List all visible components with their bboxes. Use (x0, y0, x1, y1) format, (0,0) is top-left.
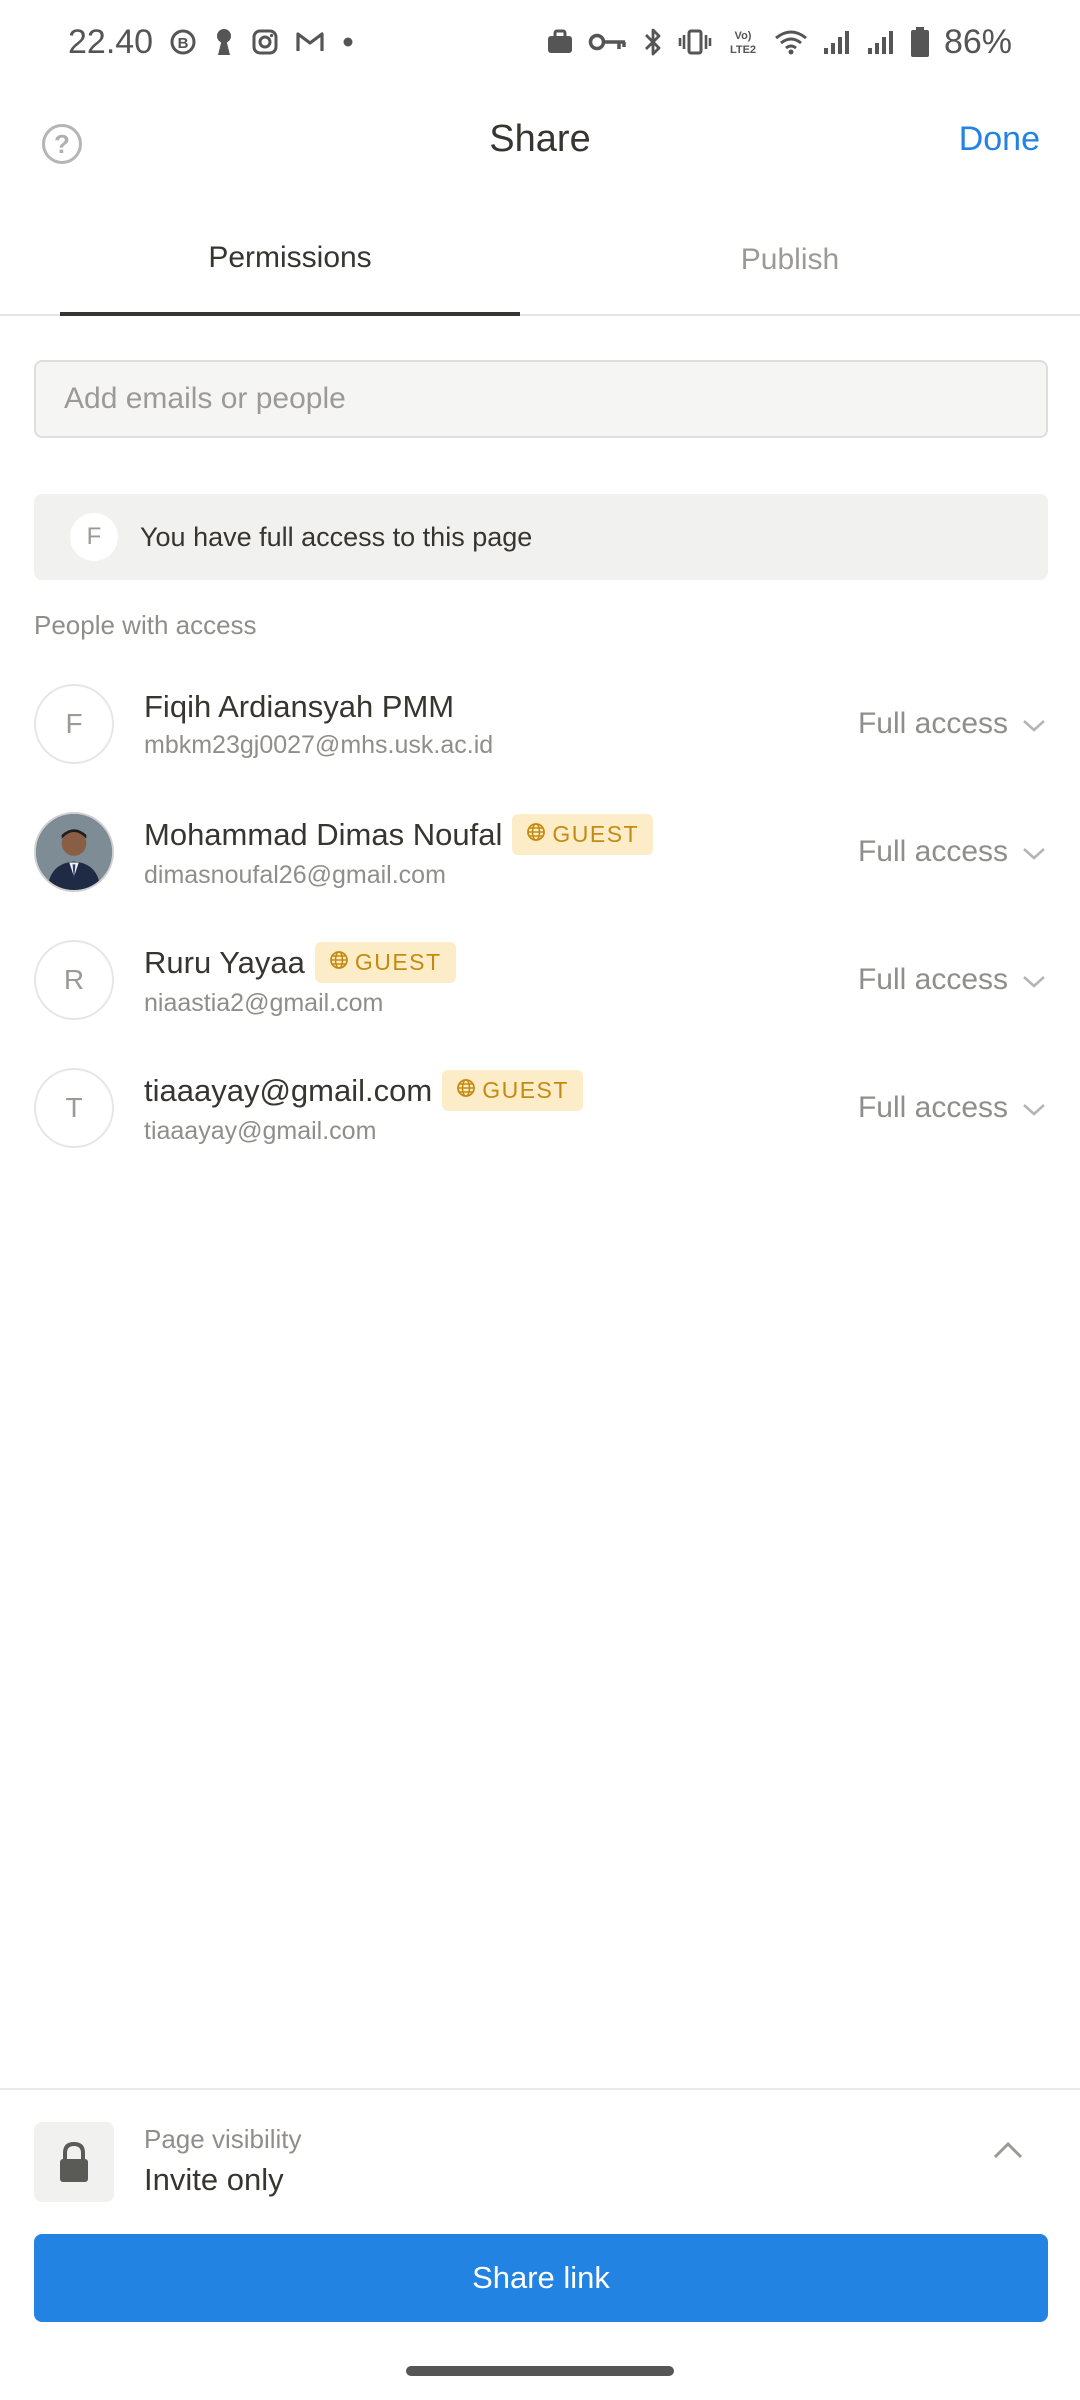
role-dropdown[interactable]: Full access (858, 1044, 1046, 1172)
visibility-label: Page visibility (144, 2124, 302, 2154)
person-email: niaastia2@gmail.com (144, 989, 384, 1017)
wifi-icon (774, 28, 808, 56)
battery-icon (910, 26, 930, 58)
svg-text:Vo): Vo) (734, 30, 751, 42)
role-dropdown[interactable]: Full access (858, 916, 1046, 1044)
signal-2-icon (866, 28, 896, 56)
person-row[interactable]: Mohammad Dimas Noufal GUEST dimasnoufal2… (0, 788, 1080, 916)
chevron-up-icon[interactable] (992, 2140, 1024, 2165)
chevron-down-icon (1022, 1091, 1046, 1125)
svg-text:B: B (178, 35, 189, 52)
access-banner: F You have full access to this page (34, 494, 1048, 580)
chevron-down-icon (1022, 963, 1046, 997)
home-indicator[interactable] (406, 2366, 674, 2376)
globe-icon (456, 1077, 476, 1104)
lock-icon (34, 2122, 114, 2202)
share-tabs: Permissions Publish (0, 204, 1080, 316)
role-label: Full access (857, 707, 1008, 740)
person-row[interactable]: T tiaaayay@gmail.com GUEST tiaaayay@gmai… (0, 1044, 1080, 1172)
role-dropdown[interactable]: Full access (858, 660, 1046, 788)
people-section-label: People with access (34, 610, 257, 640)
notification-b-icon: B (169, 28, 197, 56)
globe-icon (329, 949, 349, 976)
notification-keyhole-icon (213, 27, 235, 57)
svg-text:LTE2: LTE2 (730, 44, 756, 56)
guest-badge-label: GUEST (552, 821, 640, 847)
role-label: Full access (857, 835, 1008, 868)
share-header: ? Share Done (0, 84, 1080, 204)
guest-badge: GUEST (512, 814, 654, 855)
bottom-divider (0, 2088, 1080, 2090)
chevron-down-icon (1022, 707, 1046, 741)
share-link-button[interactable]: Share link (34, 2234, 1048, 2322)
work-profile-icon (546, 29, 574, 55)
gmail-icon (295, 30, 325, 54)
person-name: Ruru Yayaa (144, 944, 305, 980)
battery-percent: 86% (943, 22, 1012, 61)
person-row[interactable]: R Ruru Yayaa GUEST niaastia2@gmail.com F… (0, 916, 1080, 1044)
more-notifications-dot-icon (341, 35, 355, 49)
avatar: F (70, 513, 118, 561)
person-email: tiaaayay@gmail.com (144, 1117, 377, 1145)
person-name: tiaaayay@gmail.com (144, 1072, 433, 1108)
volte-icon: Vo) LTE2 (726, 27, 760, 57)
tab-permissions[interactable]: Permissions (60, 204, 520, 316)
page-visibility-row[interactable]: Page visibility Invite only (0, 2100, 1080, 2220)
avatar: F (34, 684, 114, 764)
person-email: dimasnoufal26@gmail.com (144, 861, 446, 889)
add-people-input[interactable] (34, 360, 1048, 438)
visibility-value: Invite only (144, 2162, 284, 2197)
guest-badge-label: GUEST (482, 1077, 569, 1103)
bluetooth-icon (642, 27, 664, 57)
chevron-down-icon (1022, 835, 1046, 869)
person-name: Fiqih Ardiansyah PMM (144, 688, 455, 724)
person-email: mbkm23gj0027@mhs.usk.ac.id (144, 730, 494, 759)
role-dropdown[interactable]: Full access (858, 788, 1046, 916)
globe-icon (526, 821, 546, 848)
vpn-key-icon (588, 31, 628, 53)
page-title: Share (489, 118, 591, 160)
access-banner-text: You have full access to this page (140, 521, 533, 552)
signal-1-icon (822, 28, 852, 56)
avatar: R (34, 940, 114, 1020)
done-button[interactable]: Done (959, 120, 1040, 159)
guest-badge: GUEST (314, 942, 456, 983)
avatar: T (34, 1068, 114, 1148)
guest-badge-label: GUEST (354, 949, 442, 975)
vibrate-icon (678, 28, 712, 56)
role-label: Full access (857, 1091, 1008, 1124)
role-label: Full access (857, 963, 1008, 996)
person-row[interactable]: F Fiqih Ardiansyah PMM mbkm23gj0027@mhs.… (0, 660, 1080, 788)
tab-publish[interactable]: Publish (560, 204, 1020, 316)
guest-badge: GUEST (442, 1070, 583, 1111)
status-bar: 22.40 B Vo) LTE2 86% (0, 0, 1080, 84)
people-list: F Fiqih Ardiansyah PMM mbkm23gj0027@mhs.… (0, 660, 1080, 1172)
status-time: 22.40 (68, 22, 154, 61)
avatar (34, 812, 114, 892)
person-name: Mohammad Dimas Noufal (144, 816, 503, 852)
instagram-icon (251, 28, 279, 56)
